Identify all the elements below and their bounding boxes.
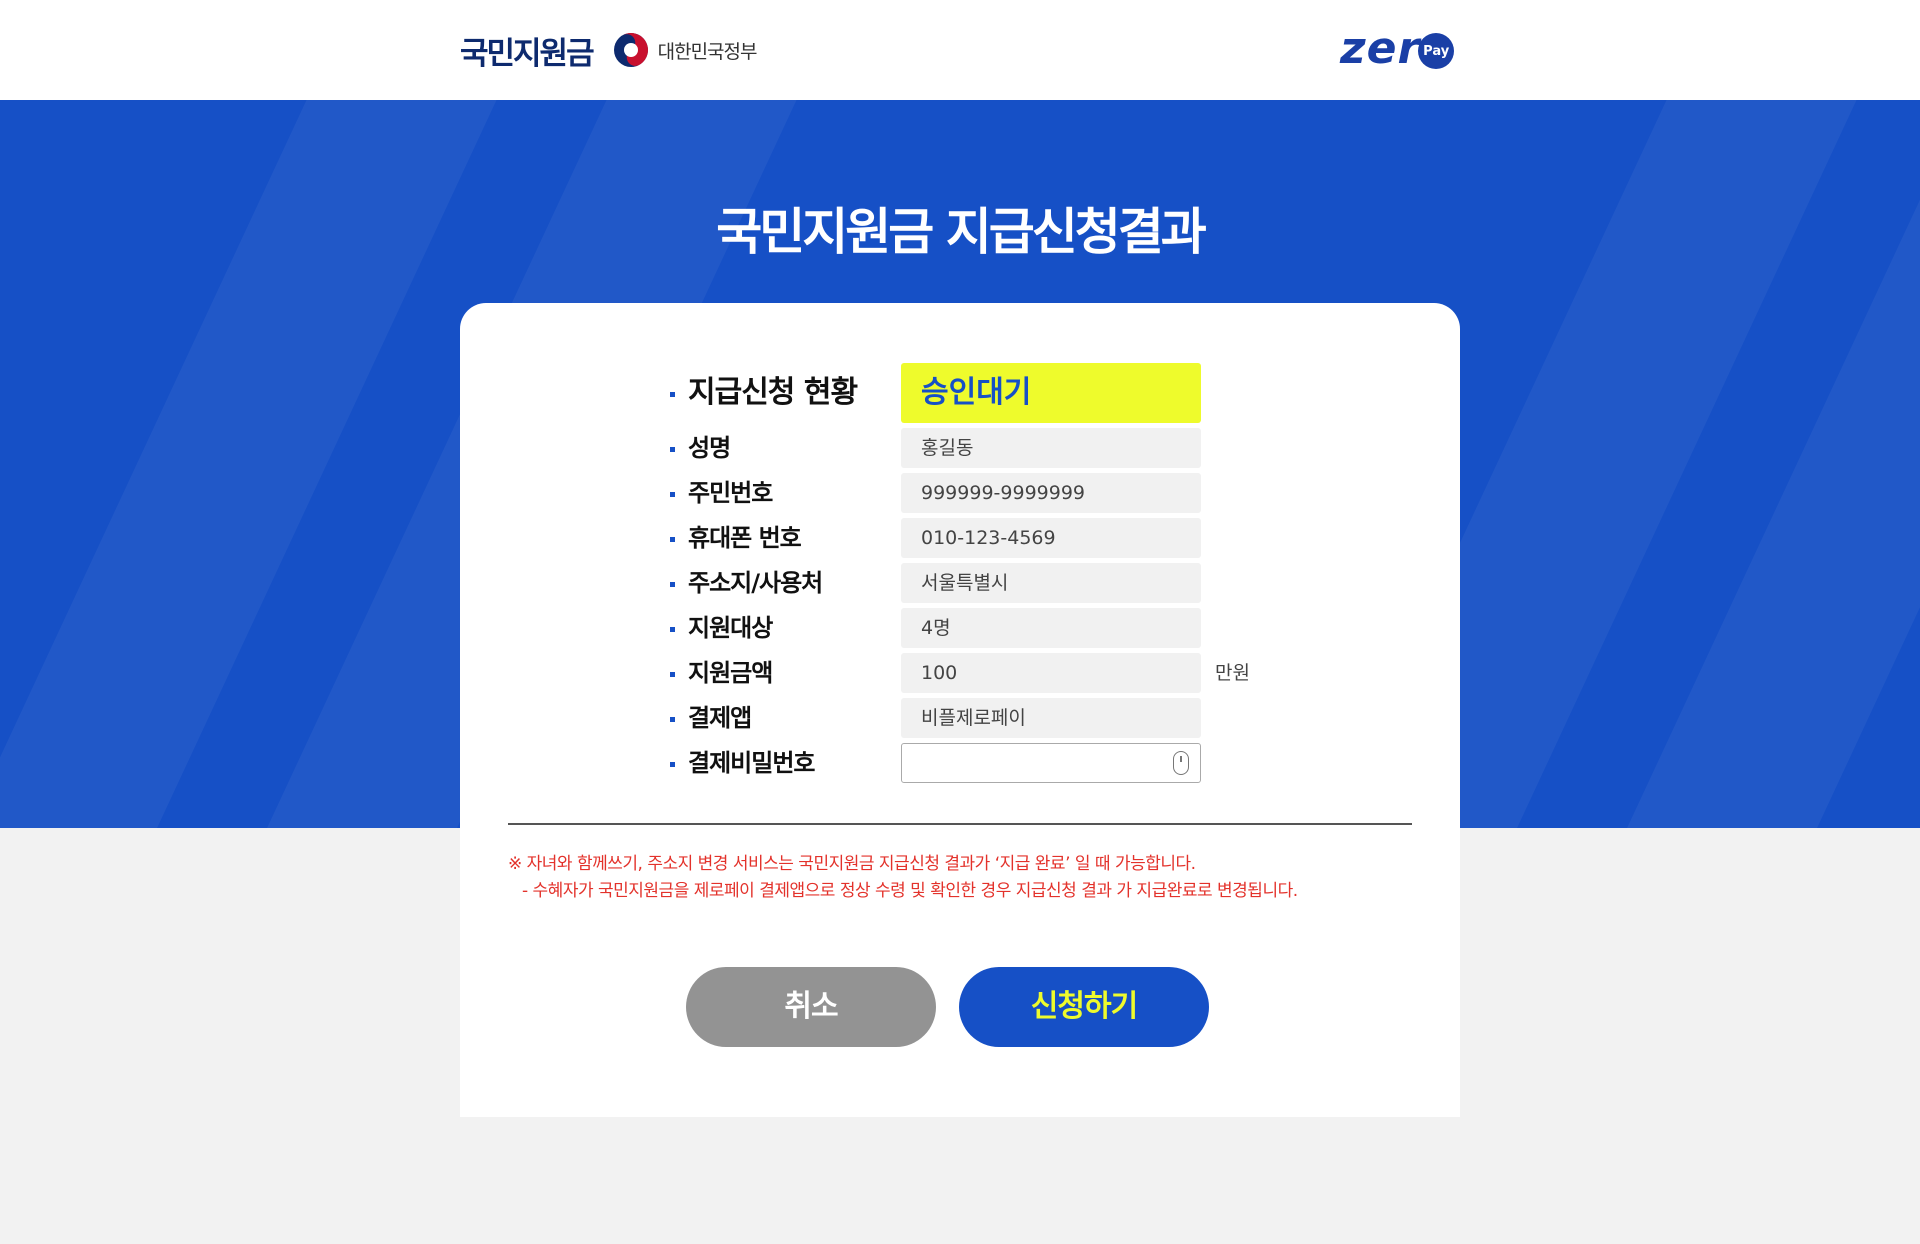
government-label: 대한민국정부	[657, 40, 758, 63]
notice-line-1: ※ 자녀와 함께쓰기, 주소지 변경 서비스는 국민지원금 지급신청 결과가 ‘…	[508, 854, 1196, 874]
password-input[interactable]	[901, 743, 1201, 783]
apply-button[interactable]: 신청하기	[959, 967, 1209, 1047]
cancel-button[interactable]: 취소	[686, 967, 936, 1047]
target-field: 4명	[901, 608, 1201, 648]
status-label: 지급신청 현황	[670, 363, 858, 423]
notice-text: ※ 자녀와 함께쓰기, 주소지 변경 서비스는 국민지원금 지급신청 결과가 ‘…	[508, 851, 1412, 905]
name-field: 홍길동	[901, 428, 1201, 468]
app-row: 결제앱 비플제로페이	[460, 698, 1460, 738]
mouse-icon[interactable]	[1173, 751, 1189, 775]
notice-line-2: - 수혜자가 국민지원금을 제로페이 결제앱으로 정상 수령 및 확인한 경우 …	[522, 881, 1298, 901]
resident-no-field: 999999-9999999	[901, 473, 1201, 513]
zeropay-logo[interactable]: zer Pay	[1340, 23, 1455, 74]
name-label: 성명	[670, 428, 731, 468]
amount-row: 지원금액 100 만원	[460, 653, 1460, 693]
address-label: 주소지/사용처	[670, 563, 823, 603]
taegeuk-emblem-icon	[613, 32, 649, 68]
app-label: 결제앱	[670, 698, 752, 738]
phone-row: 휴대폰 번호 010-123-4569	[460, 518, 1460, 558]
address-field: 서울특별시	[901, 563, 1201, 603]
amount-label: 지원금액	[670, 653, 773, 693]
brand-logo-text: 국민지원금	[460, 35, 595, 72]
site-header: 국민지원금 대한민국정부 zer Pay	[0, 0, 1920, 100]
page-title: 국민지원금 지급신청결과	[716, 203, 1206, 261]
divider	[508, 823, 1412, 825]
resident-no-row: 주민번호 999999-9999999	[460, 473, 1460, 513]
name-row: 성명 홍길동	[460, 428, 1460, 468]
zeropay-pay-badge: Pay	[1418, 33, 1455, 69]
amount-unit: 만원	[1215, 662, 1250, 684]
brand-group[interactable]: 국민지원금 대한민국정부	[460, 30, 758, 72]
address-row: 주소지/사용처 서울특별시	[460, 563, 1460, 603]
phone-field: 010-123-4569	[901, 518, 1201, 558]
amount-field: 100	[901, 653, 1201, 693]
target-row: 지원대상 4명	[460, 608, 1460, 648]
target-label: 지원대상	[670, 608, 773, 648]
app-field: 비플제로페이	[901, 698, 1201, 738]
status-row: 지급신청 현황 승인대기	[460, 363, 1460, 423]
phone-label: 휴대폰 번호	[670, 518, 802, 558]
status-badge: 승인대기	[901, 363, 1201, 423]
resident-no-label: 주민번호	[670, 473, 773, 513]
result-card: 지급신청 현황 승인대기 성명 홍길동 주민번호 999999-9999999 …	[460, 303, 1460, 1117]
password-row: 결제비밀번호	[460, 743, 1460, 783]
password-label: 결제비밀번호	[670, 743, 815, 783]
zeropay-logo-text: zer	[1340, 23, 1421, 74]
